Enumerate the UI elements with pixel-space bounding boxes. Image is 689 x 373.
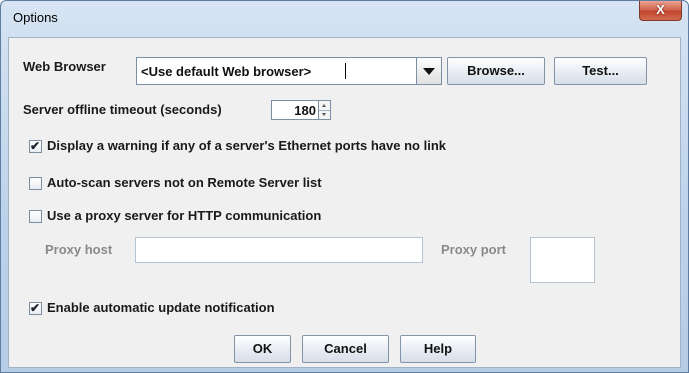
auto-scan-checkbox[interactable] xyxy=(29,177,42,190)
chevron-down-icon xyxy=(423,68,435,75)
proxy-port-field[interactable] xyxy=(530,237,595,283)
options-panel: Web Browser <Use default Web browser> Br… xyxy=(8,37,681,368)
arrow-down-icon xyxy=(322,113,326,116)
timeout-label: Server offline timeout (seconds) xyxy=(23,102,222,117)
warn-ethernet-checkbox[interactable]: ✔ xyxy=(29,139,42,153)
use-proxy-checkbox[interactable] xyxy=(29,210,42,223)
proxy-host-label: Proxy host xyxy=(45,242,113,257)
web-browser-combo[interactable]: <Use default Web browser> xyxy=(136,57,419,85)
auto-update-checkbox[interactable]: ✔ xyxy=(29,301,42,315)
browse-button[interactable]: Browse... xyxy=(447,57,545,85)
window-title: Options xyxy=(13,10,58,25)
cancel-button[interactable]: Cancel xyxy=(302,335,389,363)
close-button[interactable]: X xyxy=(639,1,682,21)
use-proxy-label: Use a proxy server for HTTP communicatio… xyxy=(47,208,322,223)
options-dialog: Options X Web Browser <Use default Web b… xyxy=(0,0,689,373)
ok-button[interactable]: OK xyxy=(234,335,291,363)
auto-update-label: Enable automatic update notification xyxy=(47,300,275,315)
help-button[interactable]: Help xyxy=(400,335,476,363)
web-browser-value: <Use default Web browser> xyxy=(141,64,312,79)
proxy-host-field[interactable] xyxy=(135,237,423,263)
checkmark-icon: ✔ xyxy=(30,301,41,315)
auto-scan-label: Auto-scan servers not on Remote Server l… xyxy=(47,175,322,190)
timeout-value: 180 xyxy=(294,103,316,118)
close-icon: X xyxy=(656,2,665,17)
test-button[interactable]: Test... xyxy=(554,57,647,85)
text-caret xyxy=(345,63,346,79)
proxy-port-label: Proxy port xyxy=(441,242,507,257)
title-bar[interactable]: Options X xyxy=(1,1,688,35)
warn-ethernet-label: Display a warning if any of a server's E… xyxy=(47,138,446,153)
arrow-up-icon xyxy=(322,104,326,107)
checkmark-icon: ✔ xyxy=(30,139,41,153)
timeout-spinner-buttons xyxy=(318,100,331,120)
timeout-spinner-field[interactable]: 180 xyxy=(271,100,319,120)
web-browser-label: Web Browser xyxy=(23,59,106,74)
web-browser-dropdown-button[interactable] xyxy=(416,57,442,85)
spinner-down-button[interactable] xyxy=(319,110,330,119)
